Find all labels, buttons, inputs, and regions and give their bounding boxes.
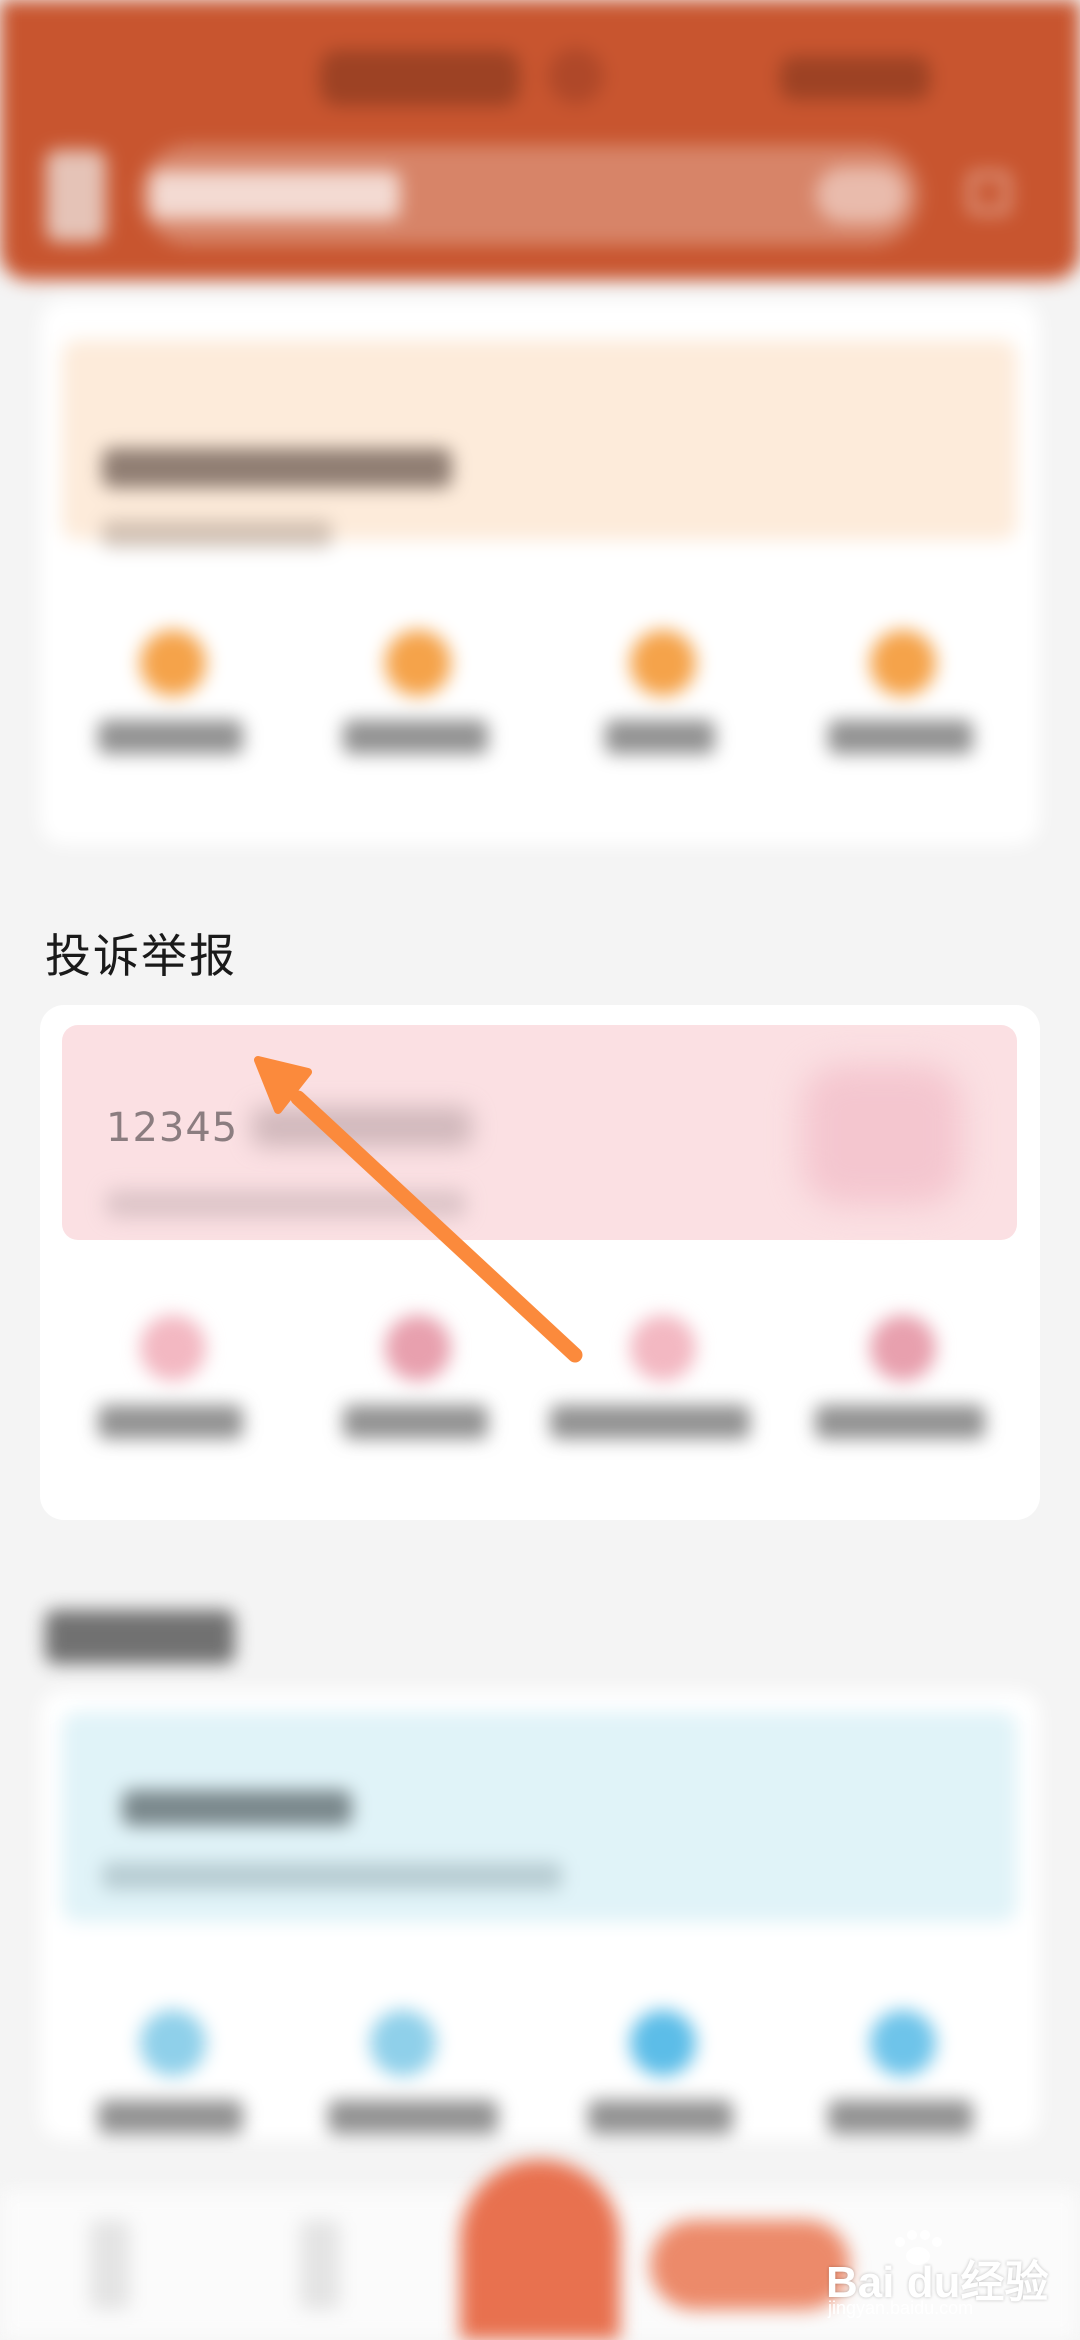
complaint-card: 12345: [40, 1005, 1040, 1520]
hotline-subtitle: [106, 1190, 466, 1218]
banner-title: [102, 448, 452, 488]
watermark-url: jingyan.baidu.com: [828, 2298, 974, 2318]
service-card-bottom: [40, 1690, 1040, 2140]
search-bar-label: [150, 171, 400, 219]
hotline-number: 12345: [106, 1105, 239, 1151]
search-button[interactable]: [816, 167, 906, 223]
banner-subtitle: [102, 520, 332, 548]
hotline-label-blur: [252, 1107, 472, 1147]
nav-item[interactable]: [90, 2220, 130, 2310]
section-title-3: [45, 1610, 235, 1664]
service-entry[interactable]: [90, 2010, 250, 2190]
nav-item[interactable]: [300, 2220, 340, 2310]
service-entry[interactable]: [320, 2010, 498, 2190]
complaint-entry[interactable]: [335, 1315, 495, 1495]
header-app-icon[interactable]: [46, 150, 106, 242]
service-entry[interactable]: [335, 630, 495, 810]
floating-pill-button[interactable]: [650, 2220, 850, 2310]
service-icon-row-1: [40, 630, 1040, 810]
menu-icon[interactable]: [968, 172, 1010, 214]
complaint-entry[interactable]: [550, 1315, 750, 1495]
status-bar-icon: [548, 48, 604, 104]
search-bar[interactable]: [140, 145, 920, 245]
banner-illustration: [802, 1065, 962, 1205]
service-entry[interactable]: [90, 630, 250, 810]
bottom-banner[interactable]: [62, 1712, 1017, 1922]
service-card-top: [40, 300, 1040, 845]
banner-subtitle: [102, 1862, 562, 1890]
center-action-button[interactable]: [460, 2160, 620, 2340]
complaint-entry[interactable]: [90, 1315, 250, 1495]
baidu-watermark: Bai du经验 jingyan.baidu.com: [826, 2228, 1056, 2318]
status-bar-right: [780, 56, 930, 100]
complaint-entry[interactable]: [815, 1315, 985, 1495]
complaint-icon-row: [40, 1315, 1040, 1495]
service-entry[interactable]: [580, 2010, 740, 2190]
banner-title: [122, 1790, 352, 1826]
app-header: [0, 0, 1080, 280]
service-entry[interactable]: [820, 2010, 980, 2190]
status-bar-left: [320, 50, 520, 106]
service-entry[interactable]: [820, 630, 980, 810]
service-entry[interactable]: [580, 630, 740, 810]
section-title-complaint: 投诉举报: [45, 929, 237, 983]
top-banner[interactable]: [62, 340, 1017, 548]
complaint-hotline-banner[interactable]: 12345: [62, 1025, 1017, 1240]
